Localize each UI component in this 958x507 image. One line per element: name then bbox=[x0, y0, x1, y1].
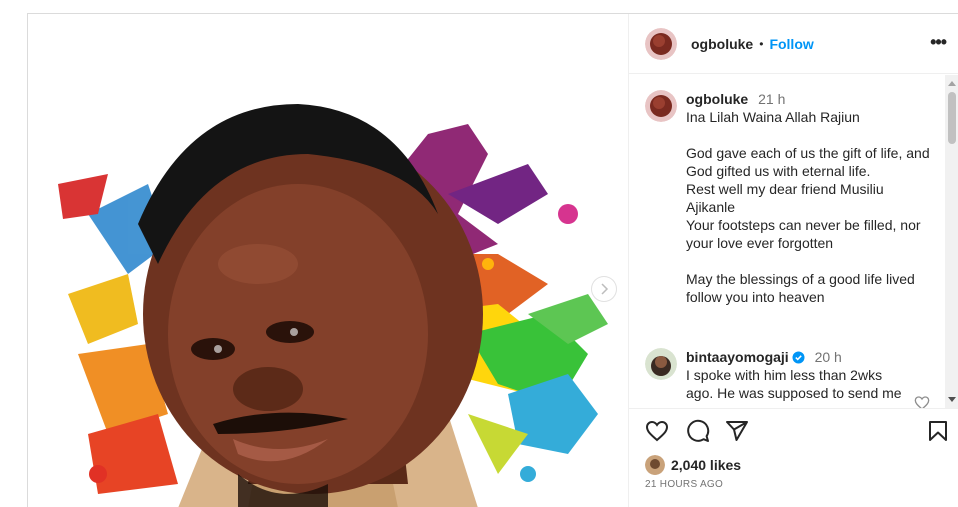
caption-comment: ogboluke 21 h Ina Lilah Waina Allah Raji… bbox=[645, 90, 935, 306]
commenter-username[interactable]: bintaayomogaji bbox=[686, 349, 789, 365]
caption-line: God gave each of us the gift of life, an… bbox=[686, 145, 930, 161]
chevron-right-icon bbox=[601, 283, 609, 295]
caption-body: ogboluke 21 h Ina Lilah Waina Allah Raji… bbox=[686, 90, 935, 306]
post-image[interactable] bbox=[28, 14, 628, 507]
post-side-panel: ogboluke • Follow ••• ogboluke 21 h Ina … bbox=[628, 14, 958, 507]
caption-line: follow you into heaven bbox=[686, 289, 825, 305]
author-username[interactable]: ogboluke bbox=[691, 36, 753, 52]
comment-line: I spoke with him less than 2wks bbox=[686, 367, 883, 383]
caption-line: Your footsteps can never be filled, nor bbox=[686, 217, 921, 233]
caption-line: God gifted us with eternal life. bbox=[686, 163, 871, 179]
caption-avatar-image bbox=[645, 90, 677, 122]
author-avatar[interactable] bbox=[645, 27, 677, 60]
scroll-down-arrow-icon[interactable] bbox=[948, 397, 956, 402]
author-avatar-image bbox=[645, 27, 677, 60]
heart-icon[interactable] bbox=[645, 419, 669, 443]
comment-item: bintaayomogaji 20 h I spoke with him les… bbox=[645, 348, 935, 402]
share-icon[interactable] bbox=[725, 419, 749, 443]
caption-line: Ajikanle bbox=[686, 199, 736, 215]
caption-line: ​ bbox=[686, 252, 935, 270]
separator-dot: • bbox=[759, 36, 764, 51]
caption-time[interactable]: 21 h bbox=[758, 91, 785, 107]
post-timestamp[interactable]: 21 HOURS AGO bbox=[645, 479, 723, 490]
next-image-button[interactable] bbox=[591, 276, 617, 302]
caption-line: May the blessings of a good life lived bbox=[686, 271, 915, 287]
likes-count[interactable]: 2,040 likes bbox=[645, 455, 741, 475]
caption-line: ​ bbox=[686, 126, 935, 144]
instagram-post-viewer: ogboluke • Follow ••• ogboluke 21 h Ina … bbox=[0, 0, 958, 507]
post-header: ogboluke • Follow ••• bbox=[629, 14, 958, 74]
caption-avatar[interactable] bbox=[645, 90, 677, 122]
caption-line: Rest well my dear friend Musiliu bbox=[686, 181, 884, 197]
post-actions: 2,040 likes 21 HOURS AGO bbox=[629, 408, 958, 507]
post-modal: ogboluke • Follow ••• ogboluke 21 h Ina … bbox=[27, 13, 958, 507]
comment-time[interactable]: 20 h bbox=[815, 349, 842, 365]
more-options-icon[interactable]: ••• bbox=[930, 32, 947, 53]
liker-avatar-image bbox=[645, 455, 665, 475]
commenter-avatar-image bbox=[645, 348, 677, 380]
liker-avatar bbox=[645, 455, 665, 475]
commenter-avatar[interactable] bbox=[645, 348, 677, 380]
likes-label[interactable]: 2,040 likes bbox=[671, 457, 741, 473]
comment-like-icon[interactable] bbox=[914, 395, 930, 408]
caption-username[interactable]: ogboluke bbox=[686, 91, 748, 107]
comments-list[interactable]: ogboluke 21 h Ina Lilah Waina Allah Raji… bbox=[629, 75, 958, 408]
comments-scrollbar[interactable] bbox=[945, 75, 958, 408]
caption-line: Ina Lilah Waina Allah Rajiun bbox=[686, 109, 860, 125]
comment-icon[interactable] bbox=[686, 419, 710, 443]
bookmark-icon[interactable] bbox=[926, 419, 950, 443]
post-photo bbox=[28, 14, 628, 507]
comment-body: bintaayomogaji 20 h I spoke with him les… bbox=[686, 348, 935, 402]
scrollbar-thumb[interactable] bbox=[948, 92, 956, 144]
caption-line: your love ever forgotten bbox=[686, 235, 834, 251]
verified-badge-icon bbox=[792, 351, 805, 364]
scroll-up-arrow-icon[interactable] bbox=[948, 81, 956, 86]
follow-button[interactable]: Follow bbox=[769, 36, 813, 52]
comment-line: ago. He was supposed to send me bbox=[686, 385, 902, 401]
